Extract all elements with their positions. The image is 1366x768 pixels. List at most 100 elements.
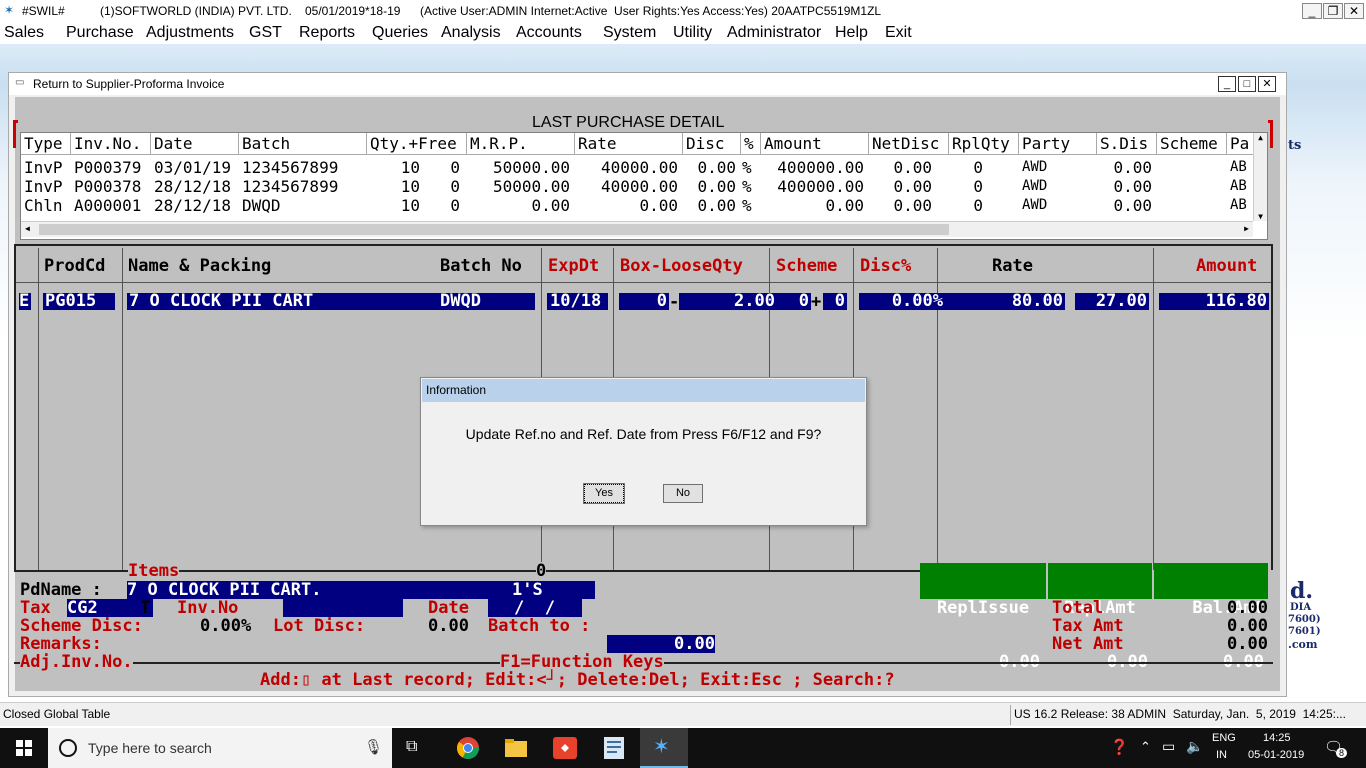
menu-adjustments[interactable]: Adjustments: [146, 24, 234, 42]
hdr-box-loose-qty: Box-LooseQty: [620, 256, 743, 276]
menu-reports[interactable]: Reports: [299, 24, 355, 42]
child-maximize-button[interactable]: □: [1238, 76, 1256, 92]
cell-sdis: 0.00: [1113, 158, 1152, 177]
menu-utility[interactable]: Utility: [673, 24, 712, 42]
hdr-rate: Rate: [992, 256, 1033, 276]
row-batch[interactable]: DWQD: [427, 293, 535, 310]
lpd-row[interactable]: Chln A000001 28/12/18 DWQD 10 0 0.00 0.0…: [20, 196, 1250, 215]
language-line-2[interactable]: IN: [1216, 749, 1227, 761]
cell-rplqty: 0: [973, 177, 983, 196]
col-netdisc[interactable]: NetDisc: [869, 133, 949, 155]
lpd-vscrollbar[interactable]: ▲ ▼: [1253, 133, 1267, 221]
col-amount[interactable]: Amount: [761, 133, 869, 155]
task-view-icon[interactable]: ⧉: [406, 738, 417, 756]
repl-issue-box: ReplIssue 0.00: [920, 563, 1046, 671]
date-field[interactable]: / /: [488, 599, 582, 617]
menu-gst[interactable]: GST: [249, 24, 282, 42]
language-line-1[interactable]: ENG: [1212, 732, 1236, 744]
row-name[interactable]: 7 O CLOCK PII CART: [127, 293, 427, 310]
remarks-value[interactable]: 0.00: [607, 635, 715, 653]
close-button[interactable]: ✕: [1344, 3, 1364, 19]
net-amt-label: Net Amt: [1052, 634, 1124, 654]
menu-system[interactable]: System: [603, 24, 656, 42]
col-date[interactable]: Date: [151, 133, 239, 155]
hdr-expdt: ExpDt: [548, 256, 600, 276]
invno-field[interactable]: [283, 599, 403, 617]
dialog-message: Update Ref.no and Ref. Date from Press F…: [465, 426, 822, 442]
tax-type: T: [140, 598, 151, 618]
clock-time[interactable]: 14:25: [1263, 732, 1291, 744]
lpd-hscrollbar[interactable]: ◀ ▶: [21, 221, 1253, 237]
col-party[interactable]: Party: [1019, 133, 1097, 155]
row-disc[interactable]: 0.00%: [859, 293, 945, 310]
row-rate-2[interactable]: 27.00: [1075, 293, 1149, 310]
cell-type: Chln: [24, 196, 63, 215]
help-icon[interactable]: ❓: [1110, 738, 1129, 756]
col-pa[interactable]: Pa: [1227, 133, 1255, 155]
menu-queries[interactable]: Queries: [372, 24, 428, 42]
scroll-up-icon[interactable]: ▲: [1254, 133, 1267, 142]
chrome-icon[interactable]: [456, 736, 480, 760]
clock-date[interactable]: 05-01-2019: [1248, 749, 1304, 761]
status-divider: [1010, 705, 1011, 725]
scroll-right-icon[interactable]: ▶: [1244, 224, 1249, 233]
session-status: (Active User:ADMIN Internet:Active User …: [420, 4, 882, 18]
menu-accounts[interactable]: Accounts: [516, 24, 582, 42]
network-icon[interactable]: ▭: [1162, 738, 1175, 755]
row-rate[interactable]: 80.00: [945, 293, 1065, 310]
menu-administrator[interactable]: Administrator: [727, 24, 821, 42]
lpd-row[interactable]: InvP P000378 28/12/18 1234567899 10 0 50…: [20, 177, 1250, 196]
row-box-qty[interactable]: 0: [619, 293, 669, 310]
child-close-button[interactable]: ✕: [1258, 76, 1276, 92]
menu-exit[interactable]: Exit: [885, 24, 912, 42]
row-scheme-free[interactable]: 0: [823, 293, 847, 310]
chevron-up-icon[interactable]: ⌃: [1140, 739, 1151, 755]
menu-analysis[interactable]: Analysis: [441, 24, 501, 42]
row-qty-separator: -: [669, 292, 680, 312]
cell-invno: A000001: [74, 196, 142, 215]
menu-help[interactable]: Help: [835, 24, 868, 42]
col-batch[interactable]: Batch: [239, 133, 367, 155]
windows-start-icon[interactable]: [16, 740, 32, 756]
invno-label: Inv.No: [177, 598, 239, 618]
cell-qty: 10: [400, 158, 420, 177]
menu-purchase[interactable]: Purchase: [66, 24, 134, 42]
cell-amount: 400000.00: [777, 177, 864, 196]
col-rate[interactable]: Rate: [575, 133, 683, 155]
pdname-label: PdName :: [20, 580, 102, 600]
hscroll-thumb[interactable]: [39, 224, 949, 235]
col-rplqty[interactable]: RplQty: [949, 133, 1019, 155]
col-scheme[interactable]: Scheme: [1157, 133, 1227, 155]
microphone-icon[interactable]: 🎙: [364, 738, 383, 756]
row-amount[interactable]: 116.80: [1159, 293, 1269, 310]
row-scheme-qty[interactable]: 0: [777, 293, 811, 310]
scroll-down-icon[interactable]: ▼: [1254, 212, 1267, 221]
row-prodcd[interactable]: PG015: [43, 293, 115, 310]
scheme-disc-value: 0.00%: [200, 616, 252, 636]
col-invno[interactable]: Inv.No.: [71, 133, 151, 155]
yes-button[interactable]: Yes: [583, 483, 625, 504]
volume-icon[interactable]: 🔈: [1186, 738, 1203, 755]
minimize-button[interactable]: _: [1302, 3, 1322, 19]
child-minimize-button[interactable]: _: [1218, 76, 1236, 92]
cell-sdis: 0.00: [1113, 177, 1152, 196]
row-loose-qty[interactable]: 2.00: [679, 293, 777, 310]
taskbar-active-app[interactable]: ✶: [640, 728, 688, 768]
col-qty[interactable]: Qty.+Free: [367, 133, 467, 155]
row-expdt[interactable]: 10/18: [547, 293, 608, 310]
col-sdis[interactable]: S.Dis: [1097, 133, 1157, 155]
col-disc[interactable]: Disc: [683, 133, 741, 155]
swil-app-icon[interactable]: ✶: [653, 734, 670, 759]
no-button[interactable]: No: [663, 484, 703, 503]
col-type[interactable]: Type: [21, 133, 71, 155]
notepad-app-icon[interactable]: [602, 737, 626, 759]
anydesk-icon[interactable]: [553, 737, 577, 759]
col-mrp[interactable]: M.R.P.: [467, 133, 575, 155]
taskbar-search-box[interactable]: Type here to search 🎙: [48, 728, 392, 768]
scroll-left-icon[interactable]: ◀: [25, 224, 30, 233]
restore-button[interactable]: ❐: [1323, 3, 1343, 19]
col-pct[interactable]: %: [741, 133, 761, 155]
file-explorer-icon[interactable]: [504, 737, 528, 759]
lpd-row[interactable]: InvP P000379 03/01/19 1234567899 10 0 50…: [20, 158, 1250, 177]
menu-sales[interactable]: Sales: [4, 24, 44, 42]
